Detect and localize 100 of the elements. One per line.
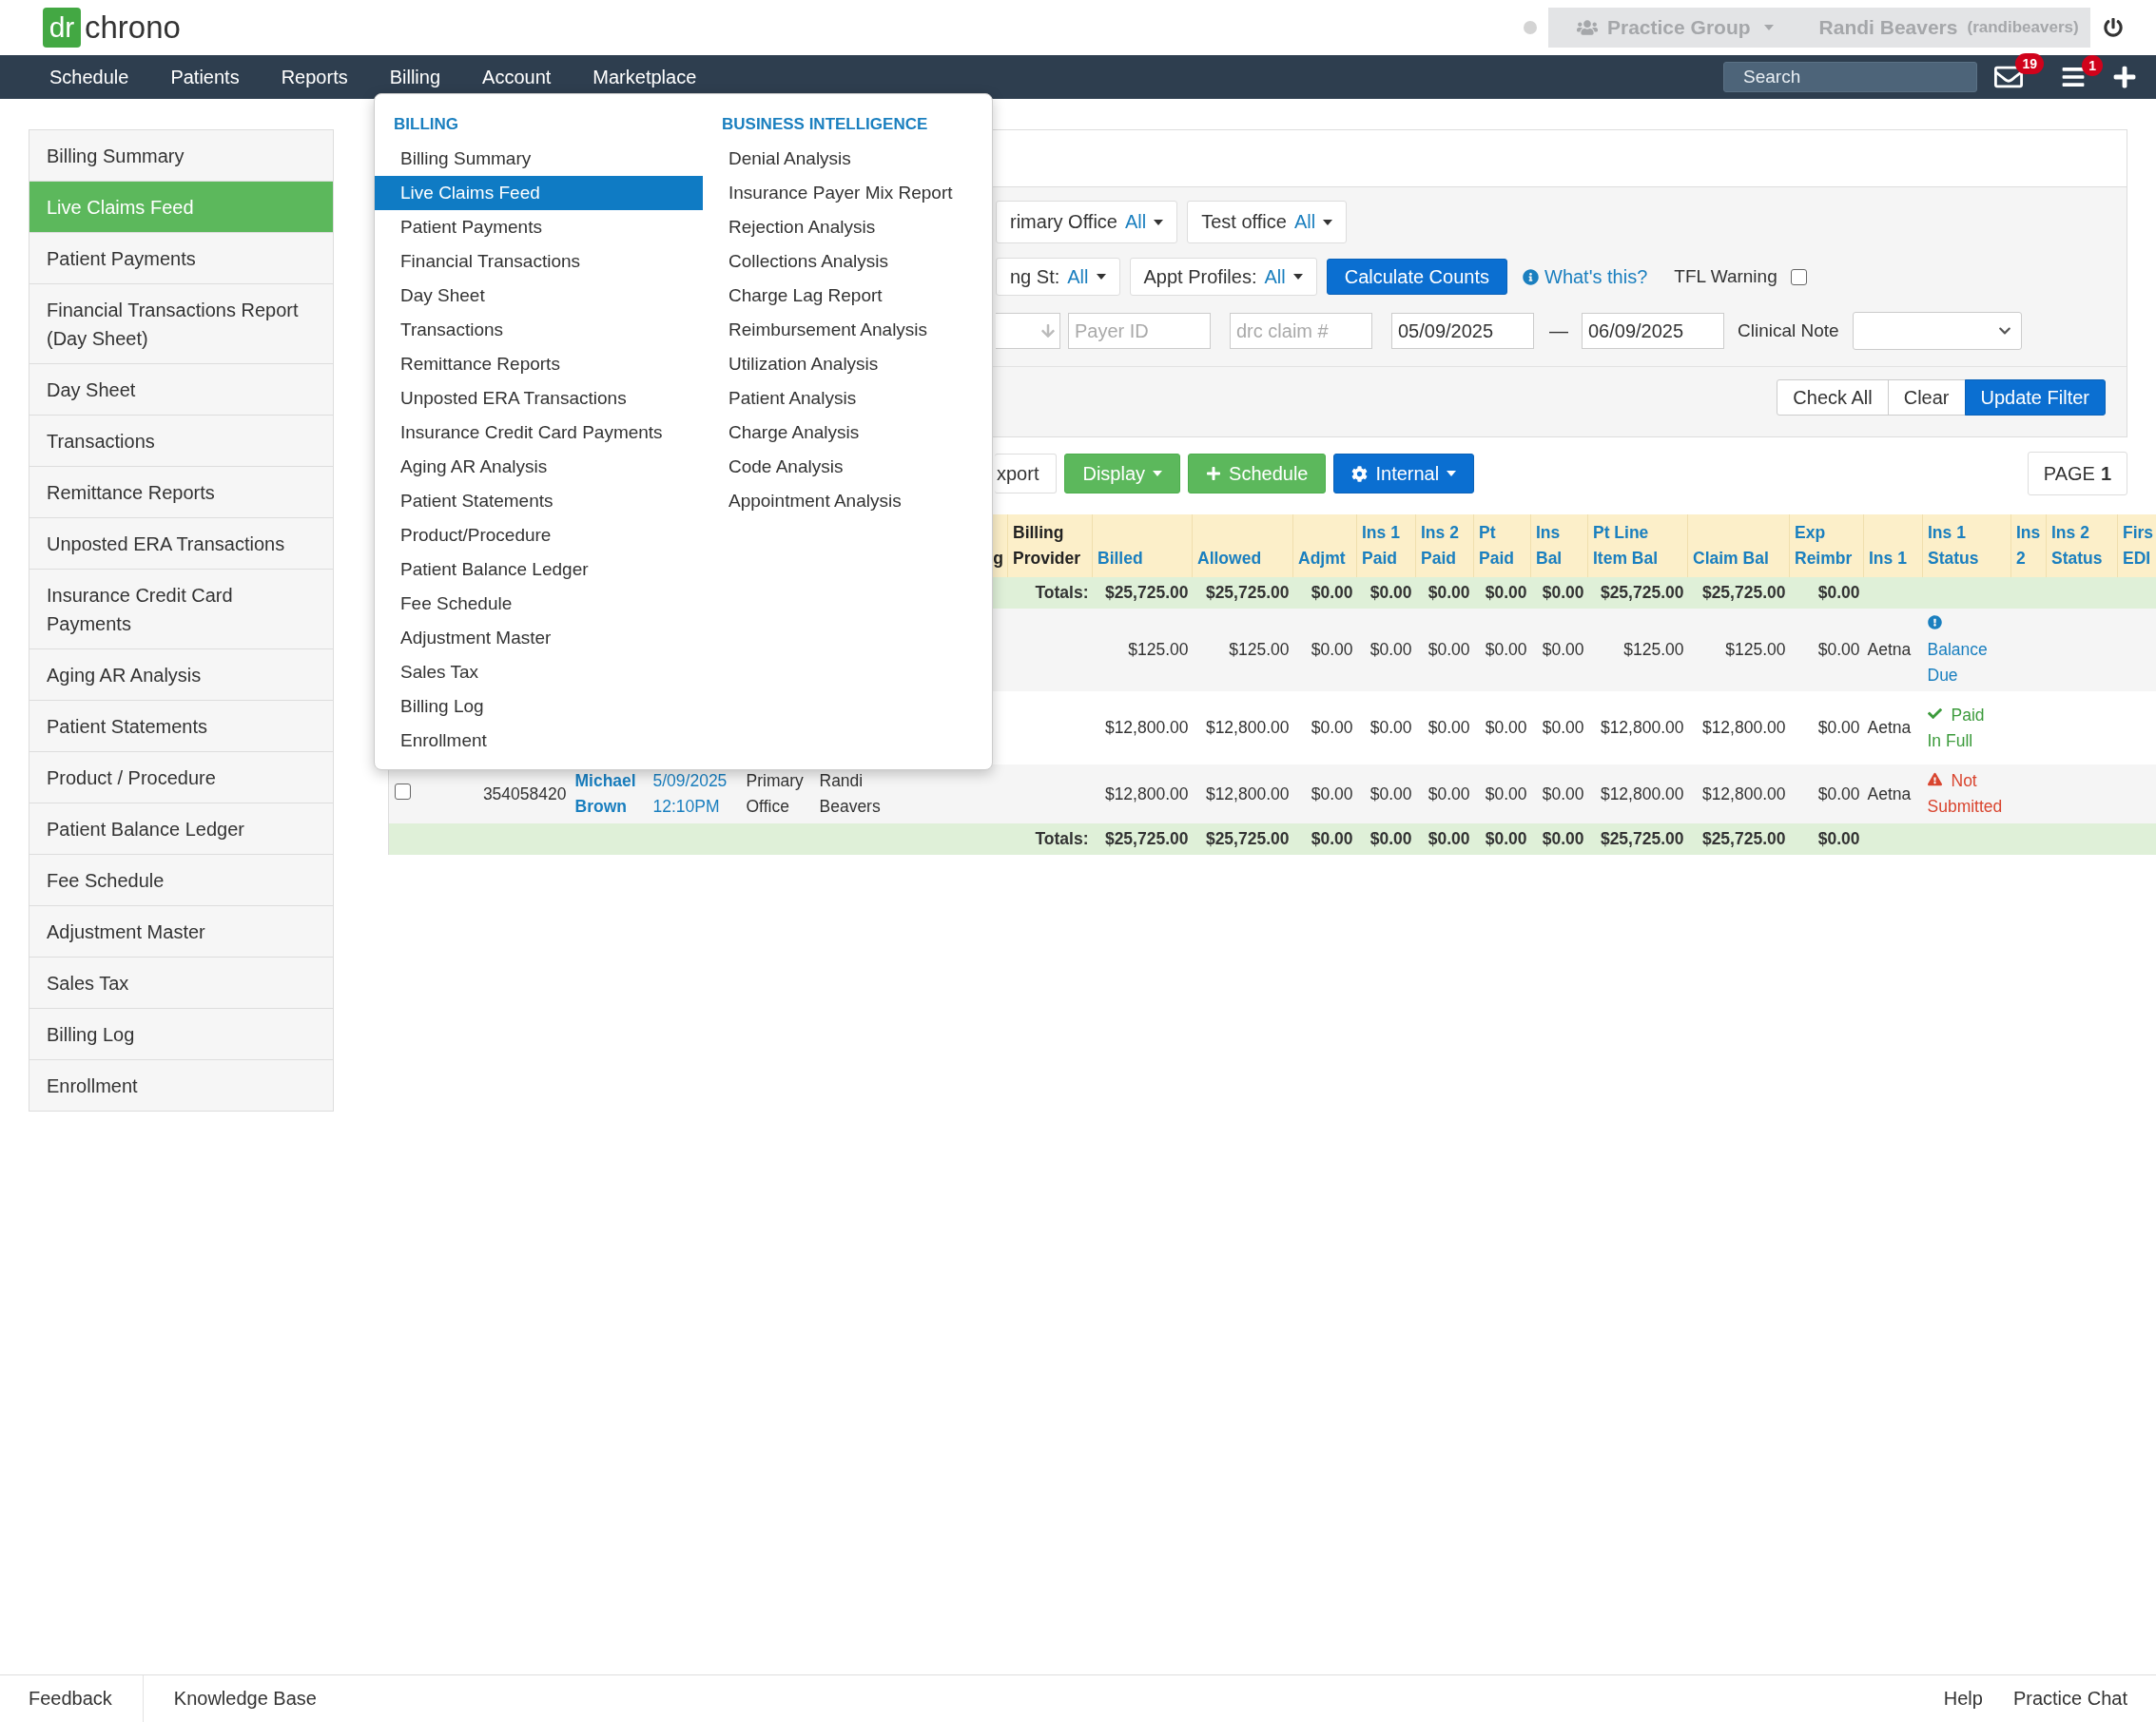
claim-number-field[interactable]: drc claim # [1230, 313, 1372, 349]
column-header[interactable]: Exp Reimbr [1789, 514, 1864, 577]
column-header[interactable]: Pt Paid [1473, 514, 1531, 577]
total-cell: $0.00 [1415, 823, 1474, 855]
menu-item[interactable]: Insurance Credit Card Payments [375, 416, 703, 450]
sidebar-item[interactable]: Financial Transactions Report (Day Sheet) [29, 284, 333, 364]
menu-item[interactable]: Patient Analysis [703, 381, 988, 416]
menu-item[interactable]: Rejection Analysis [703, 210, 988, 244]
filter-dropdown[interactable]: rimary Office All [996, 201, 1178, 243]
menu-item[interactable]: Charge Analysis [703, 416, 988, 450]
plus-icon[interactable] [2112, 65, 2137, 89]
column-header[interactable]: Billed [1092, 514, 1193, 577]
menu-item[interactable]: Patient Payments [375, 210, 703, 244]
column-header[interactable]: Allowed [1192, 514, 1293, 577]
calculate-button[interactable]: Calculate Counts [1326, 259, 1507, 295]
nav-item[interactable]: Patients [149, 66, 261, 88]
menu-item[interactable]: Financial Transactions [375, 244, 703, 279]
action-button[interactable]: xport [995, 454, 1058, 493]
menu-item[interactable]: Aging AR Analysis [375, 450, 703, 484]
menu-item[interactable]: Patient Statements [375, 484, 703, 518]
column-header[interactable]: Claim Bal [1687, 514, 1790, 577]
payer-id-field[interactable]: Payer ID [1068, 313, 1211, 349]
nav-item[interactable]: Account [461, 66, 573, 88]
nav-item[interactable]: Marketplace [572, 66, 718, 88]
column-header[interactable]: Pt Line Item Bal [1587, 514, 1688, 577]
footer-link[interactable]: Help [1913, 1688, 1983, 1710]
sidebar-item[interactable]: Insurance Credit Card Payments [29, 570, 333, 649]
menu-item[interactable]: Live Claims Feed [375, 176, 703, 210]
sidebar-item[interactable]: Unposted ERA Transactions [29, 518, 333, 570]
select-field[interactable] [996, 313, 1060, 349]
column-header[interactable]: Ins 2 Status [2046, 514, 2118, 577]
amount-cell: $0.00 [1356, 609, 1416, 691]
search-field[interactable]: Search [1723, 62, 1977, 92]
nav-item[interactable]: Schedule [29, 66, 150, 88]
whats-this-link[interactable]: What's this? [1544, 265, 1648, 288]
menu-item[interactable]: Utilization Analysis [703, 347, 988, 381]
menu-item[interactable]: Product/Procedure [375, 518, 703, 552]
filter-dropdown[interactable]: Test office All [1187, 201, 1348, 243]
menu-item[interactable]: Code Analysis [703, 450, 988, 484]
date-from-field[interactable]: 05/09/2025 [1391, 313, 1534, 349]
menu-item[interactable]: Charge Lag Report [703, 279, 988, 313]
sidebar-item[interactable]: Remittance Reports [29, 467, 333, 518]
menu-item[interactable]: Billing Log [375, 689, 703, 724]
menu-item[interactable]: Billing Summary [375, 142, 703, 176]
menu-item[interactable]: Adjustment Master [375, 621, 703, 655]
filter-button[interactable]: Update Filter [1964, 379, 2106, 416]
list-icon[interactable] [2061, 65, 2086, 89]
filter-dropdown[interactable]: Appt Profiles: All [1129, 258, 1317, 296]
checkbox[interactable] [1790, 268, 1807, 285]
sidebar-item[interactable]: Sales Tax [29, 958, 333, 1009]
action-button[interactable]: Internal [1333, 454, 1475, 493]
menu-item[interactable]: Patient Balance Ledger [375, 552, 703, 587]
menu-item[interactable]: Reimbursement Analysis [703, 313, 988, 347]
appointment-date[interactable]: 5/09/2025 [652, 768, 737, 794]
menu-item[interactable]: Day Sheet [375, 279, 703, 313]
filter-button[interactable]: Check All [1777, 379, 1889, 416]
column-header[interactable]: Ins Bal [1530, 514, 1588, 577]
menu-item[interactable]: Insurance Payer Mix Report [703, 176, 988, 210]
insurer-name: Aetna [1863, 609, 1923, 691]
sidebar-item[interactable]: Enrollment [29, 1060, 333, 1112]
sidebar-item[interactable]: Billing Log [29, 1009, 333, 1060]
menu-item[interactable]: Collections Analysis [703, 244, 988, 279]
sidebar-item[interactable]: Product / Procedure [29, 752, 333, 803]
column-header[interactable]: Ins 2 [2010, 514, 2047, 577]
nav-item[interactable]: Reports [260, 66, 369, 88]
sidebar-item[interactable]: Patient Statements [29, 701, 333, 752]
filter-dropdown[interactable]: ng St: All [996, 258, 1120, 296]
footer-link[interactable]: Practice Chat [1982, 1688, 2127, 1710]
menu-item[interactable]: Sales Tax [375, 655, 703, 689]
sidebar-item[interactable]: Aging AR Analysis [29, 649, 333, 701]
menu-item[interactable]: Transactions [375, 313, 703, 347]
sidebar-item[interactable]: Day Sheet [29, 364, 333, 416]
appointment-time[interactable]: 12:10PM [652, 794, 737, 820]
column-header[interactable]: Firs EDI [2117, 514, 2156, 577]
menu-item[interactable]: Fee Schedule [375, 587, 703, 621]
column-header[interactable]: Ins 1 Status [1922, 514, 2011, 577]
date-to-field[interactable]: 06/09/2025 [1582, 313, 1724, 349]
footer-link[interactable]: Knowledge Base [143, 1688, 347, 1710]
sidebar-item[interactable]: Adjustment Master [29, 906, 333, 958]
sidebar-item[interactable]: Billing Summary [29, 130, 333, 182]
caret-icon [1763, 25, 1774, 30]
sidebar-item[interactable]: Fee Schedule [29, 855, 333, 906]
amount-cell: $12,800.00 [1687, 764, 1790, 823]
nav-item[interactable]: Billing [368, 66, 462, 88]
sidebar-item[interactable]: Patient Payments [29, 233, 333, 284]
sidebar-item[interactable]: Transactions [29, 416, 333, 467]
menu-item[interactable]: Unposted ERA Transactions [375, 381, 703, 416]
column-header[interactable]: Ins 2 Paid [1415, 514, 1474, 577]
column-header[interactable]: Ins 1 Paid [1356, 514, 1416, 577]
menu-item[interactable]: Appointment Analysis [703, 484, 988, 518]
sidebar-item[interactable]: Patient Balance Ledger [29, 803, 333, 855]
power-icon[interactable] [2104, 18, 2123, 37]
menu-item[interactable]: Denial Analysis [703, 142, 988, 176]
filter-button[interactable]: Clear [1887, 379, 1966, 416]
menu-item[interactable]: Remittance Reports [375, 347, 703, 381]
row-checkbox[interactable] [395, 783, 411, 800]
footer-link[interactable]: Feedback [29, 1688, 143, 1710]
column-header[interactable]: Adjmt [1292, 514, 1357, 577]
column-header[interactable]: Ins 1 [1863, 514, 1923, 577]
menu-item[interactable]: Enrollment [375, 724, 703, 758]
